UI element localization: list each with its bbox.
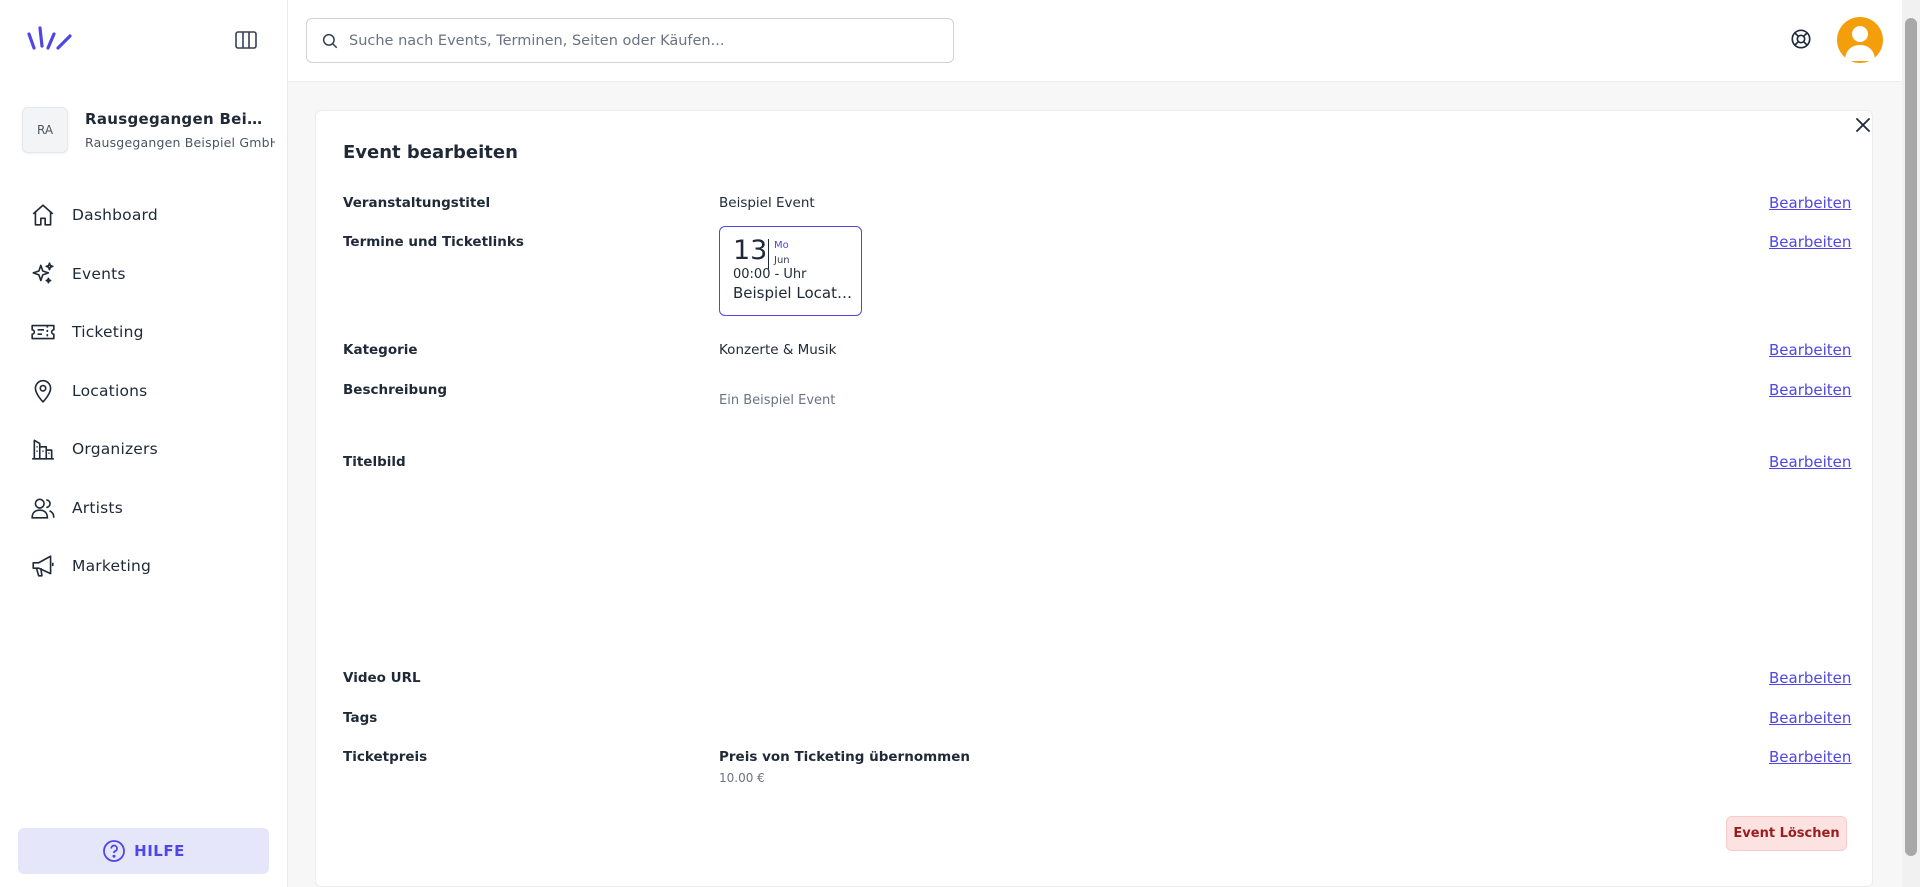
close-icon[interactable] — [1851, 113, 1875, 137]
date-month: Jun — [774, 255, 790, 266]
edit-event-panel: Event bearbeiten Veranstaltungstitel Bei… — [315, 110, 1873, 887]
sparkles-icon — [32, 262, 54, 284]
sidebar-toggle-icon[interactable] — [234, 30, 258, 50]
edit-price-link[interactable]: Bearbeiten — [1769, 748, 1851, 766]
edit-dates-link[interactable]: Bearbeiten — [1769, 233, 1851, 251]
sidebar-item-organizers[interactable]: Organizers — [30, 420, 270, 479]
help-button-label: HILFE — [134, 842, 185, 860]
date-card[interactable]: 13 Mo Jun 00:00 - Uhr Beispiel Location — [719, 226, 862, 316]
scrollbar-thumb[interactable] — [1905, 18, 1917, 856]
sidebar-item-label: Locations — [72, 381, 148, 400]
row-label: Ticketpreis — [343, 749, 428, 765]
date-time: 00:00 - Uhr — [733, 267, 807, 282]
date-divider — [768, 239, 769, 269]
sidebar-nav: Dashboard Events Ticketing Locations Org… — [30, 186, 270, 596]
sidebar: RA Rausgegangen Beispiel Location Rausge… — [0, 0, 288, 887]
sidebar-item-label: Dashboard — [72, 206, 158, 225]
users-icon — [31, 498, 55, 519]
app-logo-icon[interactable] — [26, 22, 74, 54]
sidebar-item-label: Ticketing — [72, 323, 144, 342]
row-label: Veranstaltungstitel — [343, 195, 491, 211]
building-icon — [32, 439, 54, 460]
date-weekday: Mo — [774, 240, 789, 251]
edit-description-link[interactable]: Bearbeiten — [1769, 381, 1851, 399]
row-label: Titelbild — [343, 454, 406, 470]
help-button[interactable]: HILFE — [18, 828, 269, 874]
lifebuoy-icon[interactable] — [1790, 28, 1812, 50]
row-label: Kategorie — [343, 342, 418, 358]
sidebar-item-dashboard[interactable]: Dashboard — [30, 186, 270, 245]
sidebar-item-ticketing[interactable]: Ticketing — [30, 303, 270, 362]
org-name: Rausgegangen Beispiel Location — [85, 110, 271, 128]
row-label: Beschreibung — [343, 382, 448, 398]
edit-tags-link[interactable]: Bearbeiten — [1769, 709, 1851, 727]
map-pin-icon — [34, 379, 52, 403]
event-title-value: Beispiel Event — [719, 195, 815, 211]
sidebar-item-label: Organizers — [72, 440, 158, 459]
sidebar-item-label: Events — [72, 264, 126, 283]
description-value: Ein Beispiel Event — [719, 393, 836, 408]
search-icon — [322, 33, 338, 48]
page-scrollbar[interactable] — [1902, 0, 1920, 887]
sidebar-item-label: Marketing — [72, 557, 152, 576]
sidebar-item-events[interactable]: Events — [30, 245, 270, 304]
edit-title-link[interactable]: Bearbeiten — [1769, 194, 1851, 212]
sidebar-item-marketing[interactable]: Marketing — [30, 537, 270, 596]
sidebar-item-label: Artists — [72, 498, 123, 517]
top-bar — [288, 0, 1902, 82]
user-avatar[interactable] — [1837, 17, 1883, 63]
question-circle-icon — [103, 840, 126, 862]
user-icon — [1845, 26, 1875, 61]
row-label: Tags — [343, 710, 378, 726]
org-avatar: RA — [22, 107, 68, 153]
edit-category-link[interactable]: Bearbeiten — [1769, 341, 1851, 359]
search-input[interactable] — [349, 32, 939, 49]
sidebar-item-locations[interactable]: Locations — [30, 362, 270, 421]
sidebar-item-artists[interactable]: Artists — [30, 479, 270, 538]
row-label: Video URL — [343, 670, 421, 686]
price-source-value: Preis von Ticketing übernommen — [719, 749, 970, 765]
edit-image-link[interactable]: Bearbeiten — [1769, 453, 1851, 471]
org-subtitle: Rausgegangen Beispiel GmbH — [85, 135, 275, 150]
date-day: 13 — [733, 235, 768, 266]
home-icon — [32, 204, 54, 226]
edit-video-link[interactable]: Bearbeiten — [1769, 669, 1851, 687]
price-amount: 10.00 € — [719, 771, 765, 785]
organization-switcher[interactable]: RA Rausgegangen Beispiel Location Rausge… — [22, 106, 282, 154]
megaphone-icon — [32, 555, 54, 577]
page-title: Event bearbeiten — [343, 142, 518, 163]
row-label: Termine und Ticketlinks — [343, 234, 524, 250]
delete-event-button[interactable]: Event Löschen — [1726, 816, 1847, 851]
category-value: Konzerte & Musik — [719, 342, 837, 358]
ticket-icon — [31, 324, 55, 340]
search-box[interactable] — [306, 18, 954, 63]
date-location: Beispiel Location — [733, 284, 853, 302]
